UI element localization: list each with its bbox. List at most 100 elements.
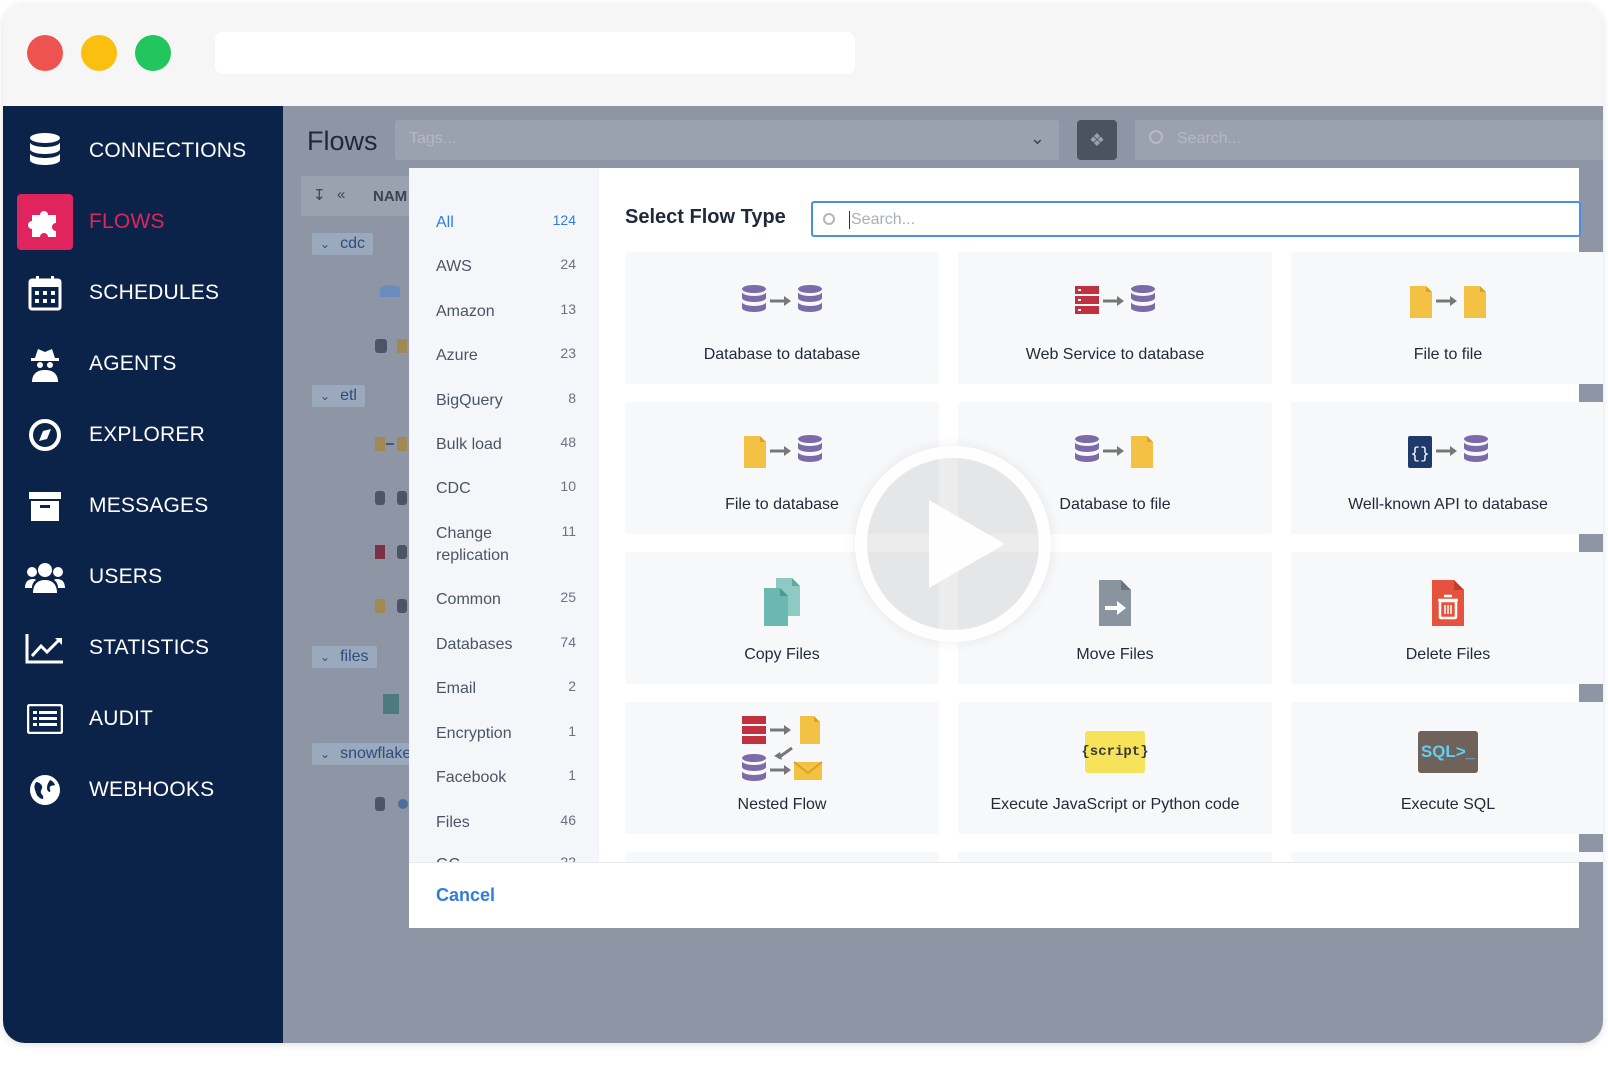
category-name: Databases [436,636,513,653]
flow-type-search-input[interactable]: Search... [811,201,1581,237]
sidebar-item-statistics[interactable]: STATISTICS [17,619,273,677]
page-title: Flows [307,126,378,156]
flow-type-card[interactable]: Nested Flow [625,702,939,834]
users-icon [17,549,73,605]
tags-placeholder: Tags... [409,130,457,147]
group-label: snowflake [340,745,412,762]
group-toggle-snowflake[interactable]: ⌄ snowflake [311,742,421,766]
compass-icon [17,407,73,463]
sidebar-item-label: AGENTS [89,352,177,375]
tags-filter-select[interactable]: Tags... ⌄ [395,120,1059,160]
minimize-window-button[interactable] [81,35,117,71]
category-name: All [436,214,454,231]
category-count: 10 [560,478,576,494]
category-name: AWS [436,258,472,275]
category-name: Encryption [436,725,512,742]
category-count: 46 [560,812,576,828]
script-badge: {script} [1081,731,1149,773]
flow-type-card[interactable] [625,852,939,862]
sidebar-item-webhooks[interactable]: WEBHOOKS [17,761,273,819]
sidebar-item-messages[interactable]: MESSAGES [17,477,273,535]
delete-files-icon [1291,574,1603,630]
group-toggle-files[interactable]: ⌄ files [311,645,378,669]
cancel-button[interactable]: Cancel [436,885,495,906]
sidebar-item-users[interactable]: USERS [17,548,273,606]
list-icon [17,691,73,747]
double-chevron-left-icon[interactable]: « [337,186,345,203]
flow-type-card[interactable]: Web Service to database [958,252,1272,384]
group-label: files [340,648,369,665]
search-icon [1149,130,1163,144]
flow-type-label: Database to database [703,346,861,363]
sidebar-item-label: EXPLORER [89,423,205,446]
category-count: 23 [560,345,576,361]
category-count: 2 [568,678,576,694]
sidebar-item-flows[interactable]: FLOWS [17,193,273,251]
flow-type-card[interactable]: Delete Files [1291,552,1603,684]
sidebar-item-schedules[interactable]: SCHEDULES [17,264,273,322]
search-placeholder: Search... [1177,130,1242,147]
calendar-icon [17,265,73,321]
flow-type-card[interactable] [958,852,1272,862]
sql-icon: SQL>_ [1291,728,1603,776]
sidebar-item-agents[interactable]: AGENTS [17,335,273,393]
flow-type-label: Nested Flow [737,796,827,813]
flow-row-icon [373,796,409,812]
category-list: All 124 AWS 24 Amazon 13 Azure 23 BigQuery 8 … [409,168,599,862]
flow-row-icon [375,284,405,300]
address-bar[interactable] [215,32,855,74]
category-name: CDC [436,480,471,497]
flow-type-card[interactable]: Database to database [625,252,939,384]
flow-row-icon [373,490,409,506]
category-name: BigQuery [436,392,503,409]
sidebar-item-label: FLOWS [89,210,165,233]
chevron-down-icon: ⌄ [1029,128,1045,148]
maximize-window-button[interactable] [135,35,171,71]
line-chart-icon [17,620,73,676]
sidebar-item-label: STATISTICS [89,636,210,659]
flow-row-icon [373,598,409,614]
search-icon [823,213,835,225]
category-count: 48 [560,434,576,450]
play-icon [929,500,1005,588]
category-name: GC [436,854,536,862]
flow-type-card[interactable]: SQL>_ Execute SQL [1291,702,1603,834]
sidebar-item-connections[interactable]: CONNECTIONS [17,122,273,180]
close-window-button[interactable] [27,35,63,71]
group-toggle-cdc[interactable]: ⌄ cdc [311,232,374,256]
flows-search-input[interactable]: Search... [1135,120,1603,160]
category-count: 1 [568,723,576,739]
name-column-header[interactable]: NAM [373,188,407,205]
category-count: 74 [560,634,576,650]
database-icon [17,123,73,179]
flow-type-card[interactable]: File to file [1291,252,1603,384]
category-count: 25 [560,589,576,605]
sidebar-item-explorer[interactable]: EXPLORER [17,406,273,464]
sidebar: CONNECTIONS FLOWS SCHEDULES AGENTS EXPLO… [3,106,283,1043]
group-toggle-etl[interactable]: ⌄ etl [311,384,366,408]
sidebar-item-audit[interactable]: AUDIT [17,690,273,748]
category-name: Email [436,680,477,697]
tag-filter-button[interactable]: ❖ [1077,120,1117,160]
script-icon: {script} [958,728,1272,776]
collapse-all-icon[interactable]: ↧ [313,186,326,204]
search-placeholder: Search... [849,211,916,229]
category-count: 1 [568,767,576,783]
video-play-button[interactable] [855,446,1051,642]
flow-row-icon [381,694,403,714]
flow-type-label: Delete Files [1405,646,1491,663]
archive-box-icon [17,478,73,534]
flow-type-card[interactable]: {} Well-known API to database [1291,402,1603,534]
flow-type-label: Web Service to database [1025,346,1205,363]
file-to-file-icon [1291,282,1603,322]
group-label: etl [340,387,357,404]
sidebar-item-label: USERS [89,565,163,588]
sidebar-item-label: MESSAGES [89,494,209,517]
flow-type-card[interactable] [1291,852,1603,862]
category-name: Azure [436,347,478,364]
flow-type-label: Execute SQL [1400,796,1496,813]
category-count: 13 [560,301,576,317]
flow-type-label: Execute JavaScript or Python code [990,796,1240,813]
category-name: Facebook [436,769,507,786]
flow-type-card[interactable]: {script} Execute JavaScript or Python co… [958,702,1272,834]
